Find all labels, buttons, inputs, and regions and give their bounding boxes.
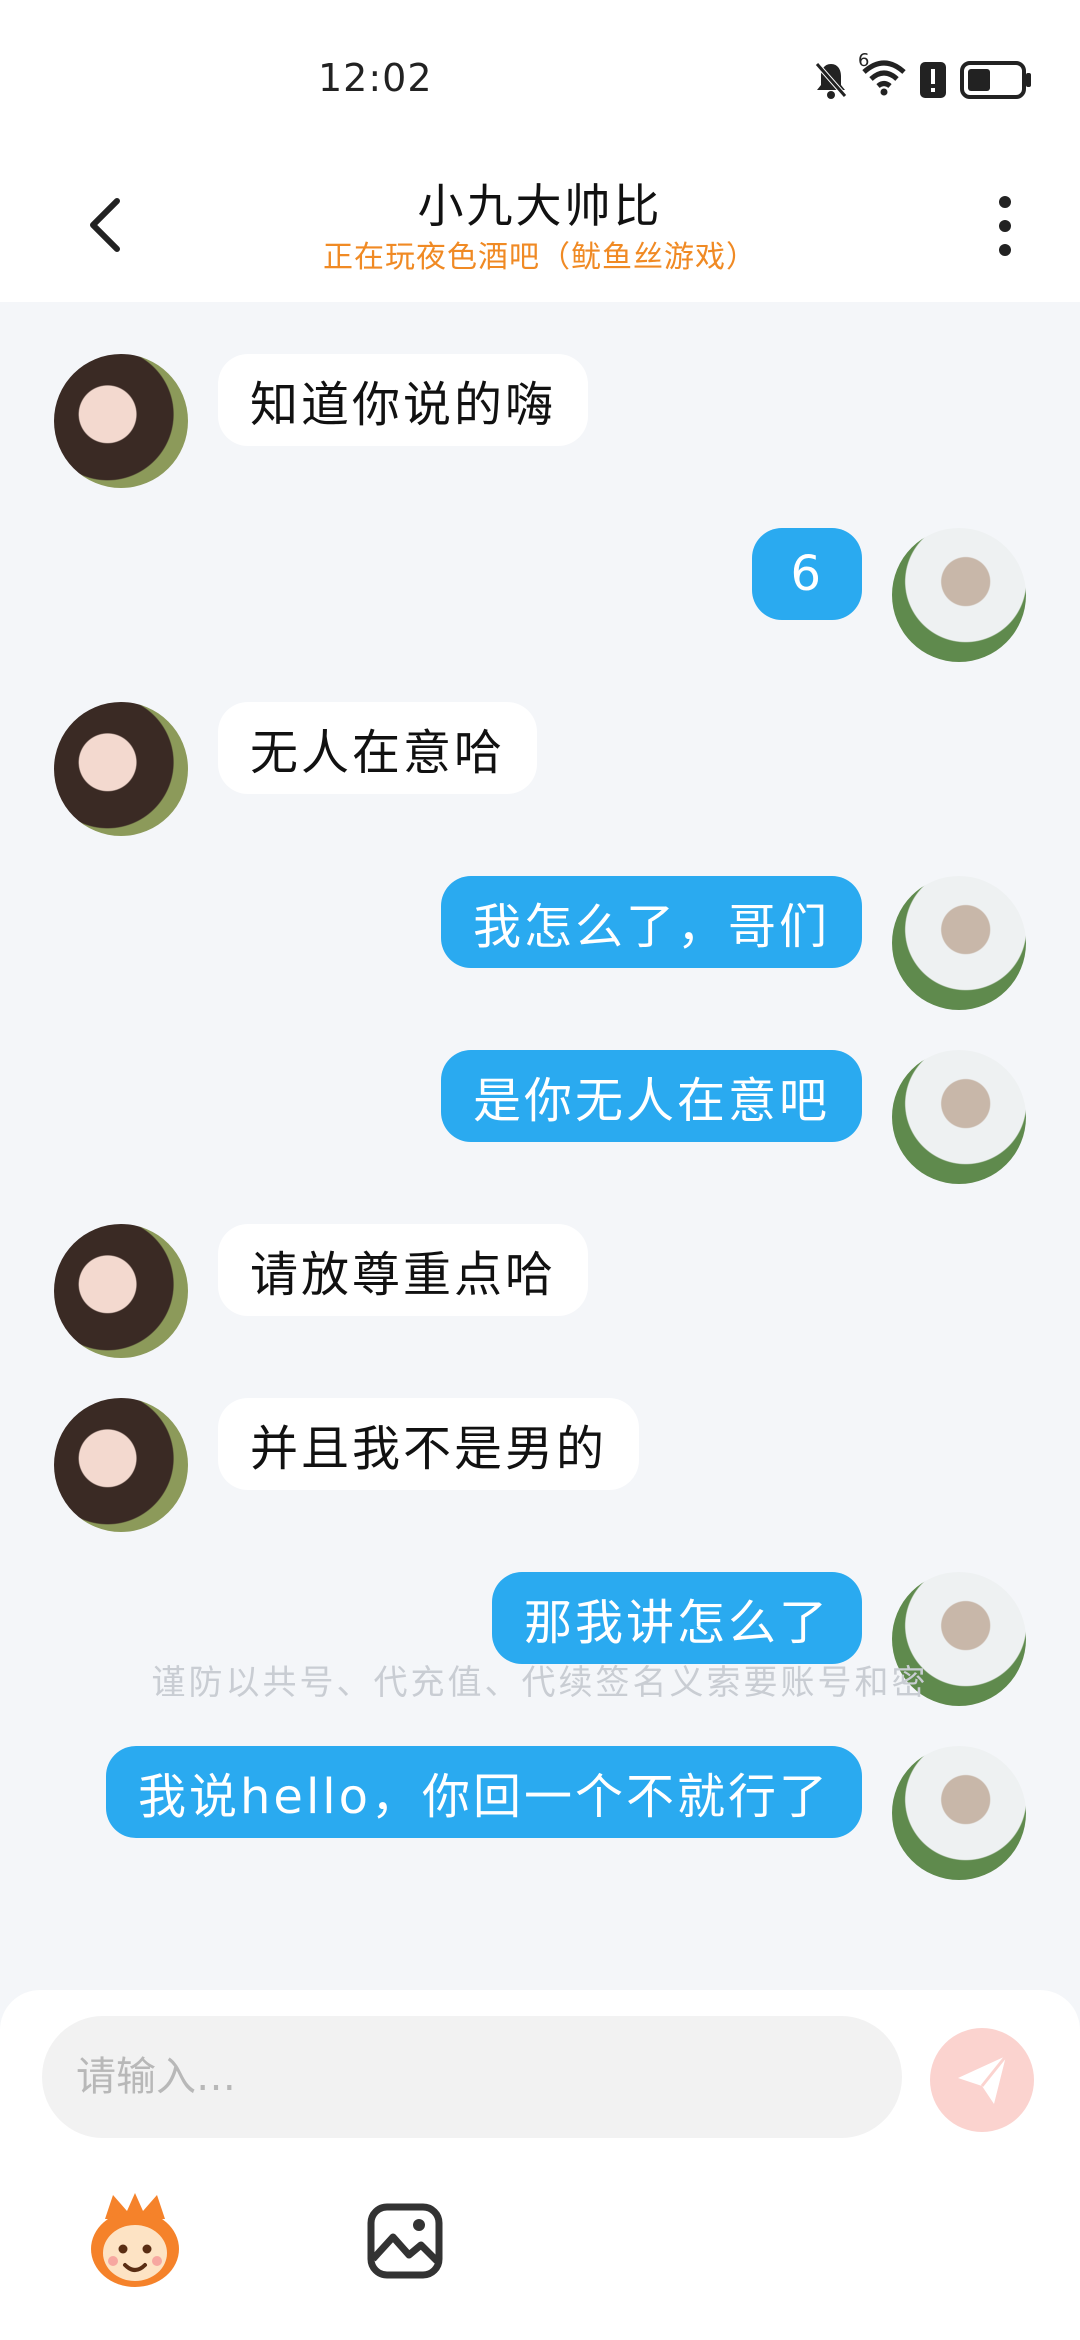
contact-avatar[interactable] [54,1224,188,1358]
message-bubble-received[interactable]: 请放尊重点哈 [218,1224,589,1316]
wifi-badge: 6 [858,50,870,71]
contact-status: 正在玩夜色酒吧（鱿鱼丝游戏） [323,240,757,275]
my-avatar[interactable] [892,528,1026,662]
battery-icon [960,61,1031,99]
status-bar: 12:02 6 [0,0,1080,150]
send-icon [958,2055,1008,2104]
message-bubble-sent[interactable]: 我怎么了，哥们 [440,876,862,968]
alert-icon [920,62,946,98]
message-bubble-sent[interactable]: 6 [752,528,862,620]
more-dot-icon [999,244,1011,256]
message-input[interactable] [42,2016,902,2138]
message-bubble-received[interactable]: 无人在意哈 [218,702,538,794]
contact-avatar[interactable] [54,354,188,488]
emoji-button[interactable] [80,2186,190,2296]
send-button[interactable] [930,2028,1034,2132]
message-list[interactable]: 知道你说的嗨 6 无人在意哈 我怎么了，哥们 是你无人在意吧 请放尊重点哈 并且… [0,302,1080,1992]
more-dot-icon [999,196,1011,208]
chat-header: 小九大帅比 正在玩夜色酒吧（鱿鱼丝游戏） [0,150,1080,302]
contact-avatar[interactable] [54,702,188,836]
more-dot-icon [999,220,1011,232]
image-button[interactable] [350,2186,460,2296]
message-bubble-received[interactable]: 并且我不是男的 [218,1398,640,1490]
more-options-button[interactable] [980,186,1030,266]
mute-icon [815,62,847,99]
message-bubble-sent[interactable]: 那我讲怎么了 [491,1572,862,1664]
message-bubble-received[interactable]: 知道你说的嗨 [218,354,589,446]
input-panel [0,1990,1080,2340]
safety-notice: 谨防以共号、代充值、代续签名义索要账号和密 [151,1663,929,1703]
status-icons: 6 [814,50,1032,102]
my-avatar[interactable] [892,1050,1026,1184]
contact-avatar[interactable] [54,1398,188,1532]
my-avatar[interactable] [892,876,1026,1010]
wifi-indicator: 6 [858,50,906,100]
my-avatar[interactable] [892,1746,1026,1880]
status-time: 12:02 [318,56,433,100]
image-icon [367,2203,443,2279]
contact-name: 小九大帅比 [417,179,663,233]
message-bubble-sent[interactable]: 是你无人在意吧 [440,1050,862,1142]
message-bubble-sent[interactable]: 我说hello，你回一个不就行了 [106,1746,862,1838]
mascot-emoji-icon [91,2193,179,2287]
